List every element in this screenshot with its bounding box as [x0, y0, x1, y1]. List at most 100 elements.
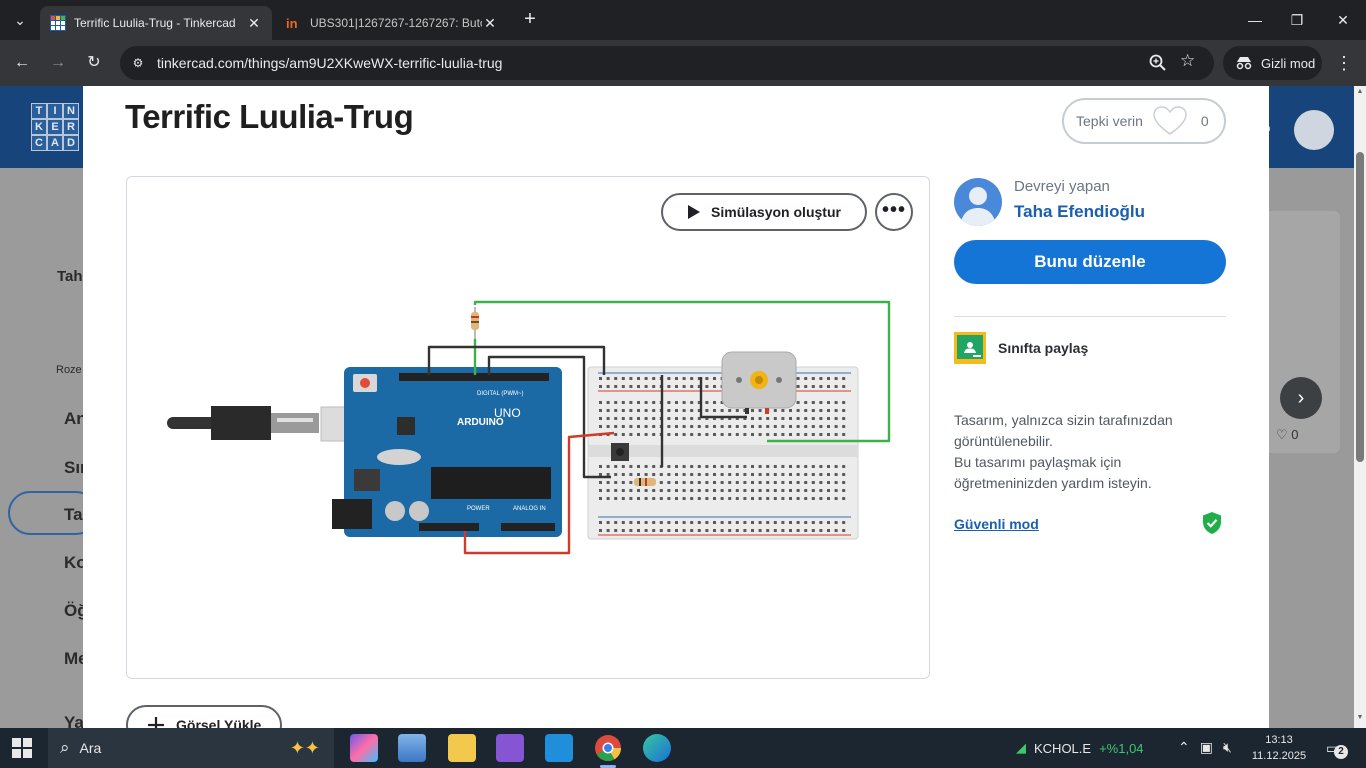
breadboard-hole [842, 433, 846, 436]
breadboard-hole [606, 481, 610, 484]
tab-close-icon[interactable]: ✕ [482, 15, 498, 32]
breadboard-hole [682, 481, 686, 484]
zoom-icon[interactable] [1148, 53, 1168, 73]
breadboard-hole [796, 417, 800, 420]
upload-image-button[interactable]: Görsel Yükle [126, 705, 282, 728]
breadboard-hole [743, 481, 747, 484]
breadboard-hole [766, 473, 770, 476]
scroll-down-icon[interactable]: ▼ [1356, 714, 1364, 721]
breadboard-hole [682, 529, 686, 532]
reload-icon[interactable]: ↻ [82, 51, 106, 75]
scroll-up-icon[interactable]: ▲ [1356, 88, 1364, 95]
breadboard-hole [690, 481, 694, 484]
breadboard-hole [606, 489, 610, 492]
breadboard-hole [811, 385, 815, 388]
breadboard-hole [842, 473, 846, 476]
breadboard-hole [834, 481, 838, 484]
breadboard-hole [667, 425, 671, 428]
scroll-thumb[interactable] [1356, 152, 1364, 462]
camera-icon[interactable]: ▣ [1200, 739, 1213, 756]
breadboard-hole [766, 489, 770, 492]
bookmark-star-icon[interactable]: ☆ [1180, 51, 1195, 71]
breadboard-hole [644, 417, 648, 420]
breadboard-hole [652, 409, 656, 412]
breadboard-hole [811, 377, 815, 380]
breadboard-hole [652, 497, 656, 500]
carousel-next-button[interactable]: › [1280, 377, 1322, 419]
speaker-muted-icon[interactable]: 🔇︎ [1223, 739, 1232, 756]
new-tab-button[interactable]: + [518, 8, 542, 32]
breadboard-hole [713, 473, 716, 476]
desktop-app-icon[interactable] [398, 734, 426, 762]
breadboard-hole [796, 401, 800, 404]
file-explorer-icon[interactable] [448, 734, 476, 762]
shield-check-icon [1203, 512, 1221, 534]
back-icon[interactable]: ← [10, 51, 34, 75]
address-bar[interactable]: ⚙ tinkercad.com/things/am9U2XKweWX-terri… [120, 46, 1214, 80]
forward-icon[interactable]: → [46, 51, 70, 75]
taskbar-search[interactable]: ⌕ Ara ✦✦ [48, 728, 334, 768]
author-avatar[interactable] [954, 178, 1002, 226]
tab-ubs301[interactable]: in UBS301|1267267-1267267: Butonla ✕ [276, 6, 508, 40]
breadboard-hole [697, 433, 701, 436]
visual-studio-icon[interactable] [496, 734, 524, 762]
breadboard-hole [842, 465, 846, 468]
browser-menu-icon[interactable]: ⋮ [1334, 51, 1354, 75]
breadboard-hole [811, 529, 815, 532]
breadboard-hole [758, 497, 762, 500]
system-clock[interactable]: 13:13 11.12.2025 [1248, 732, 1310, 764]
notification-center[interactable]: ▭ 2 [1326, 740, 1348, 759]
breadboard-hole [811, 497, 815, 500]
breadboard-hole [667, 481, 671, 484]
minimize-button[interactable]: — [1232, 0, 1278, 40]
breadboard-hole [842, 489, 846, 492]
chevron-up-icon[interactable]: ⌃ [1178, 739, 1190, 756]
breadboard-hole [621, 529, 625, 532]
windows-start-icon[interactable] [12, 738, 32, 758]
tab-tinkercad[interactable]: Terrific Luulia-Trug - Tinkercad ✕ [40, 6, 272, 40]
breadboard-hole [789, 489, 792, 492]
share-to-classroom-button[interactable]: Sınıfta paylaş [954, 332, 1088, 364]
breadboard-hole [621, 521, 625, 524]
breadboard-hole [720, 521, 724, 524]
breadboard-hole [728, 409, 732, 412]
edge-icon[interactable] [643, 734, 671, 762]
close-window-button[interactable]: ✕ [1320, 0, 1366, 40]
breadboard-hole [789, 497, 792, 500]
more-options-icon: ••• [881, 199, 906, 221]
safe-mode-link[interactable]: Güvenli mod [954, 516, 1039, 532]
tinkercad-logo[interactable]: T I N K E R C A D [31, 103, 79, 151]
tab-close-icon[interactable]: ✕ [246, 15, 262, 32]
site-info-icon[interactable]: ⚙ [128, 53, 148, 73]
breadboard-hole [621, 401, 625, 404]
stock-widget[interactable]: ◢ KCHOL.E +%1,04 [1016, 740, 1144, 756]
copilot-app-icon[interactable] [350, 734, 378, 762]
card-heart-count: ♡ 0 [1276, 427, 1299, 442]
breadboard-hole [690, 417, 694, 420]
breadboard-hole [599, 529, 602, 532]
breadboard-hole [842, 425, 846, 428]
trend-up-icon: ◢ [1016, 740, 1026, 755]
breadboard-hole [690, 425, 694, 428]
breadboard-hole [804, 481, 808, 484]
page-scrollbar[interactable]: ▲ ▼ [1354, 86, 1366, 728]
incognito-indicator[interactable]: Gizli mod [1223, 46, 1322, 80]
breadboard-hole [773, 433, 777, 436]
more-options-button[interactable]: ••• [875, 193, 913, 231]
breadboard-hole [614, 433, 618, 436]
tab-search-dropdown[interactable]: ⌄ [6, 8, 34, 32]
breadboard-hole [652, 425, 656, 428]
breadboard-hole [644, 385, 648, 388]
simulate-button[interactable]: Simülasyon oluştur [661, 193, 867, 231]
edit-design-button[interactable]: Bunu düzenle [954, 240, 1226, 284]
author-name-link[interactable]: Taha Efendioğlu [1014, 202, 1145, 222]
breadboard-hole [614, 473, 618, 476]
breadboard-hole [781, 473, 785, 476]
vscode-icon[interactable] [545, 734, 573, 762]
breadboard-hole [796, 521, 800, 524]
circuit-preview[interactable]: ARDUINO UNO DIGITAL (PWM~) POWER ANALOG … [126, 176, 930, 679]
maximize-button[interactable]: ❐ [1274, 0, 1320, 40]
reaction-button[interactable]: Tepki verin 0 [1062, 98, 1226, 144]
breadboard-hole [675, 385, 678, 388]
chrome-icon[interactable] [594, 734, 622, 768]
